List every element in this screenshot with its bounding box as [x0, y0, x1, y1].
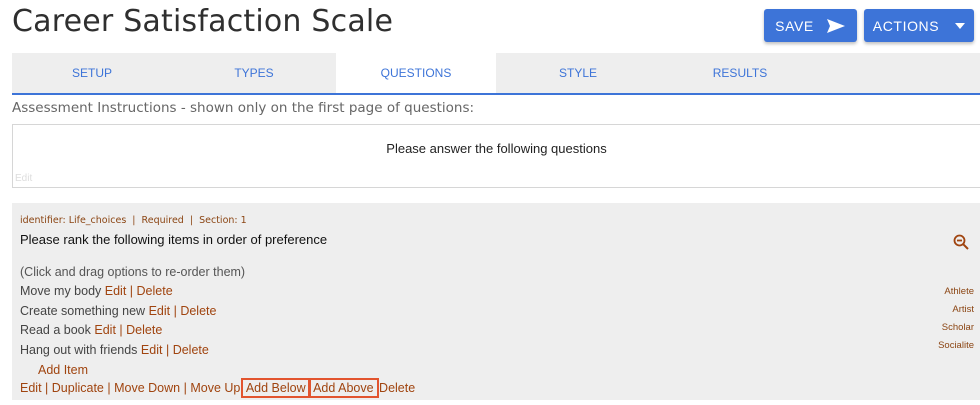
option-delete-link[interactable]: Delete: [180, 304, 216, 318]
save-button[interactable]: SAVE: [764, 9, 857, 42]
option-type-label: Athlete: [944, 286, 974, 297]
option-separator: |: [129, 284, 134, 298]
instructions-edit-link[interactable]: Edit: [15, 173, 32, 184]
page-title: Career Satisfaction Scale: [12, 4, 394, 39]
caret-down-icon: [955, 22, 966, 29]
option-delete-link[interactable]: Delete: [173, 343, 209, 357]
instructions-editor[interactable]: Please answer the following questions Ed…: [12, 124, 980, 188]
tab-questions[interactable]: QUESTIONS: [336, 53, 496, 93]
option-type-label: Scholar: [941, 322, 974, 333]
option-edit-link[interactable]: Edit: [94, 323, 116, 337]
option-separator: |: [165, 343, 170, 357]
delete-question-link[interactable]: Delete: [379, 381, 415, 395]
action-separator: |: [45, 381, 49, 395]
option-label: Create something new: [20, 304, 146, 318]
question-panel: identifier: Life_choices | Required | Se…: [12, 203, 980, 400]
tab-types[interactable]: TYPES: [172, 53, 336, 93]
option-row[interactable]: Read a book Edit | Delete: [20, 323, 162, 337]
question-meta: identifier: Life_choices | Required | Se…: [20, 215, 247, 226]
add-item-link[interactable]: Add Item: [38, 363, 88, 377]
option-edit-link[interactable]: Edit: [141, 343, 163, 357]
duplicate-link[interactable]: Duplicate: [52, 381, 104, 395]
action-separator: |: [107, 381, 111, 395]
add-below-link[interactable]: Add Below: [240, 378, 311, 398]
action-separator: |: [183, 381, 187, 395]
option-label: Move my body: [20, 284, 102, 298]
send-icon: [826, 18, 845, 33]
instructions-label: Assessment Instructions - shown only on …: [12, 100, 475, 116]
move-down-link[interactable]: Move Down: [114, 381, 180, 395]
actions-button-label: ACTIONS: [872, 17, 940, 34]
option-label: Read a book: [20, 323, 91, 337]
instructions-text: Please answer the following questions: [386, 141, 607, 156]
option-edit-link[interactable]: Edit: [149, 304, 171, 318]
actions-button[interactable]: ACTIONS: [864, 9, 974, 42]
option-delete-link[interactable]: Delete: [137, 284, 173, 298]
tab-style[interactable]: STYLE: [496, 53, 660, 93]
add-above-link[interactable]: Add Above: [308, 378, 379, 398]
drag-hint: (Click and drag options to re-order them…: [20, 265, 246, 279]
question-actions: Edit | Duplicate | Move Down | Move Up A…: [20, 378, 415, 398]
option-separator: |: [173, 304, 177, 318]
move-up-link[interactable]: Move Up: [190, 381, 240, 395]
option-type-label: Socialite: [938, 340, 974, 351]
tab-setup[interactable]: SETUP: [12, 53, 172, 93]
zoom-out-icon[interactable]: [953, 234, 969, 250]
option-row[interactable]: Create something new Edit | Delete: [20, 304, 216, 318]
option-edit-link[interactable]: Edit: [105, 284, 127, 298]
option-label: Hang out with friends: [20, 343, 138, 357]
tab-results[interactable]: RESULTS: [660, 53, 820, 93]
option-row[interactable]: Move my body Edit | Delete: [20, 284, 173, 298]
question-text: Please rank the following items in order…: [20, 232, 328, 247]
edit-question-link[interactable]: Edit: [20, 381, 42, 395]
option-separator: |: [119, 323, 123, 337]
option-row[interactable]: Hang out with friends Edit | Delete: [20, 343, 209, 357]
option-delete-link[interactable]: Delete: [126, 323, 162, 337]
option-type-label: Artist: [952, 304, 974, 315]
tab-bar: SETUP TYPES QUESTIONS STYLE RESULTS: [12, 53, 980, 95]
save-button-label: SAVE: [775, 17, 814, 34]
